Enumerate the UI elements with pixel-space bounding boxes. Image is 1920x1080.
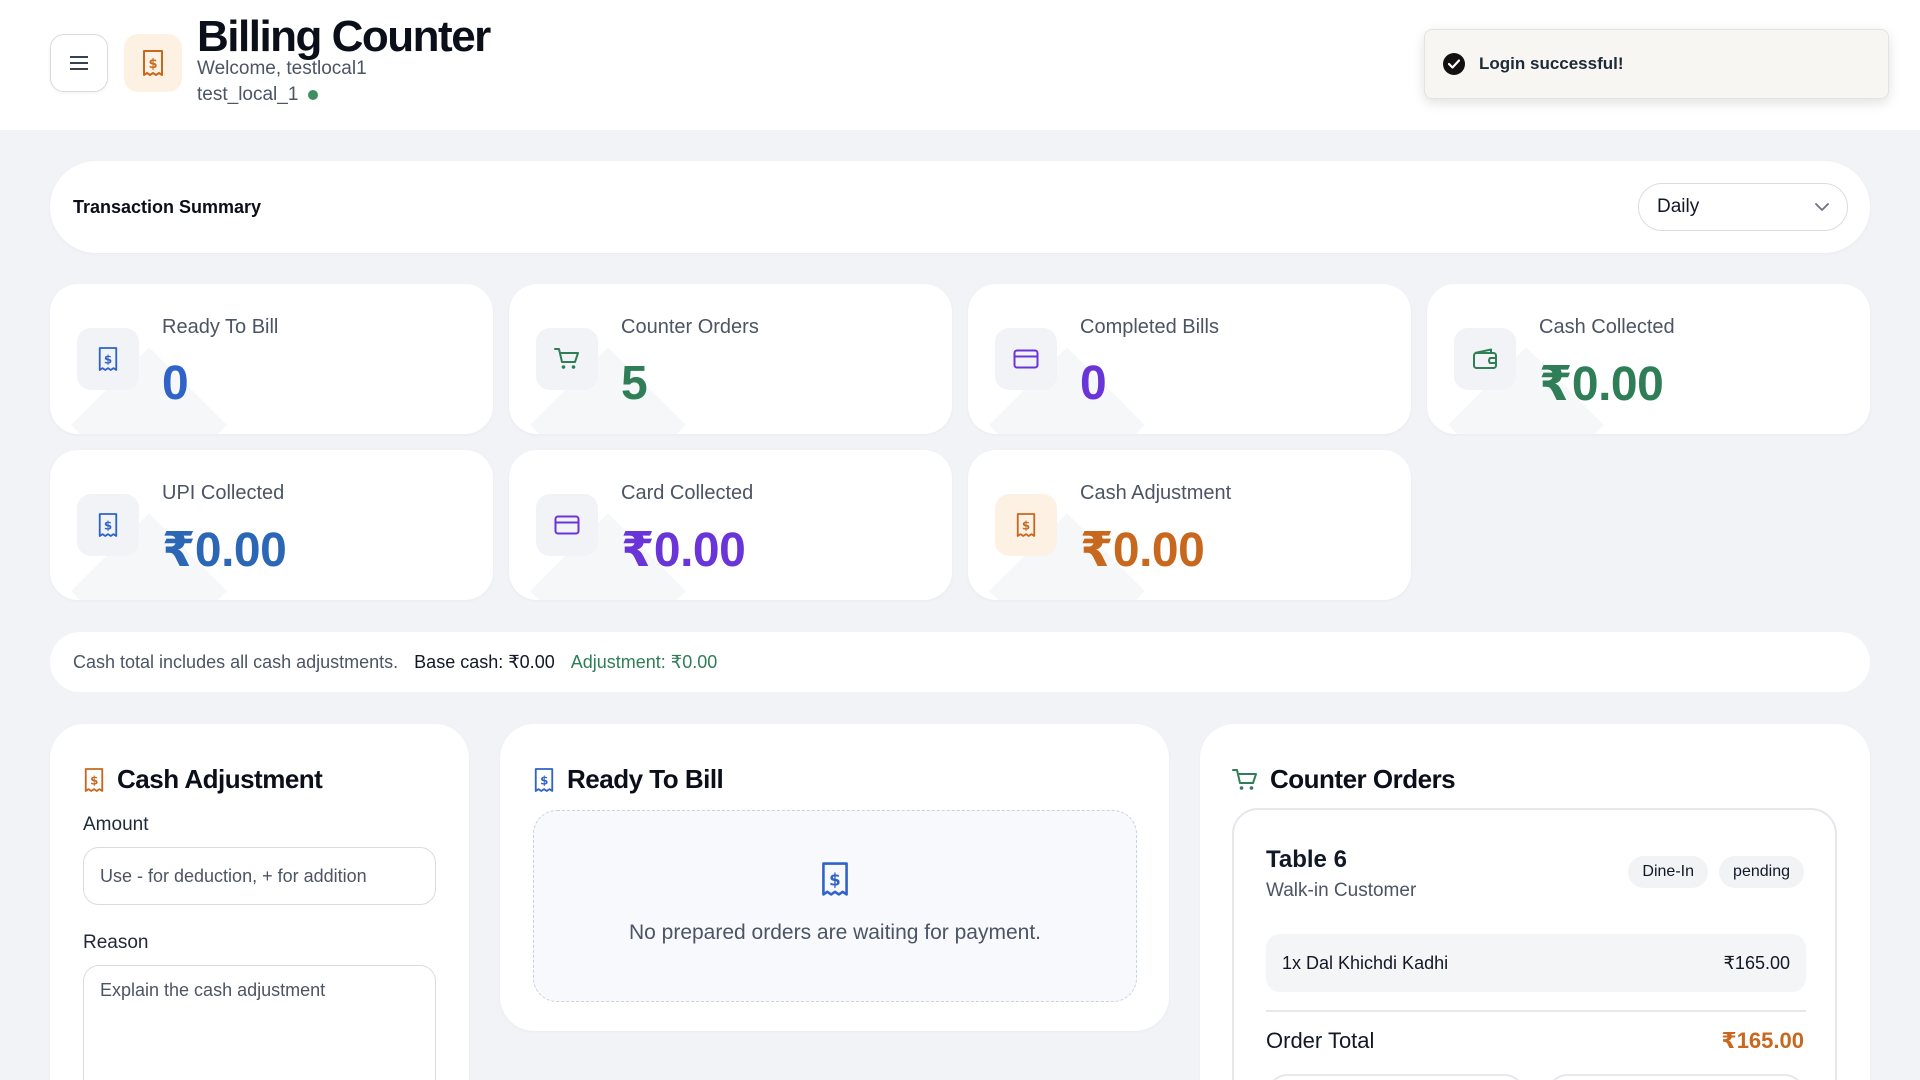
check-circle-icon <box>1443 53 1465 75</box>
user-id-label: test_local_1 <box>197 84 299 105</box>
receipt-icon: $ <box>84 767 104 792</box>
wallet-icon <box>1454 328 1516 390</box>
period-select[interactable]: Daily <box>1638 183 1848 231</box>
reason-label: Reason <box>83 932 149 953</box>
stat-label: Card Collected <box>621 482 754 504</box>
stat-value: ₹0.00 <box>1539 358 1664 411</box>
svg-text:$: $ <box>1022 519 1030 533</box>
order-status-badge: pending <box>1719 856 1804 888</box>
order-total-label: Order Total <box>1266 1028 1375 1053</box>
reason-textarea[interactable] <box>83 965 436 1080</box>
panel-title: $ Cash Adjustment <box>83 764 323 795</box>
stat-label: Ready To Bill <box>162 316 279 338</box>
stat-card-card-collected: Card Collected ₹0.00 <box>509 450 952 600</box>
receipt-logo-icon: $ <box>124 34 182 92</box>
receipt-icon: $ <box>534 767 554 792</box>
cart-icon <box>1232 768 1257 790</box>
order-customer: Walk-in Customer <box>1266 880 1417 901</box>
online-status-dot <box>308 90 319 100</box>
order-action-button[interactable] <box>1546 1074 1806 1080</box>
receipt-icon: $ <box>995 494 1057 556</box>
svg-text:$: $ <box>90 773 98 787</box>
stat-value: ₹0.00 <box>1080 524 1205 577</box>
amount-input[interactable] <box>83 847 436 905</box>
receipt-icon: $ <box>822 862 848 896</box>
order-item-name: 1x Dal Khichdi Kadhi <box>1282 952 1449 973</box>
order-total-value: ₹165.00 <box>1721 1028 1804 1053</box>
svg-text:$: $ <box>104 353 112 367</box>
order-action-button[interactable] <box>1266 1074 1526 1080</box>
toast-notification[interactable]: Login successful! <box>1424 29 1889 99</box>
stat-label: Cash Adjustment <box>1080 482 1232 504</box>
order-type-badge: Dine-In <box>1628 856 1708 888</box>
ready-to-bill-panel: $ Ready To Bill $ No prepared orders are… <box>500 724 1169 1031</box>
stat-value: 0 <box>162 357 189 410</box>
menu-button[interactable] <box>50 34 108 92</box>
stat-value: 0 <box>1080 357 1107 410</box>
order-item-row: 1x Dal Khichdi Kadhi ₹165.00 <box>1266 934 1806 992</box>
cash-info-note: Cash total includes all cash adjustments… <box>73 651 399 672</box>
stat-label: UPI Collected <box>162 482 285 504</box>
chevron-down-icon <box>1815 202 1829 211</box>
user-id: test_local_1 <box>197 84 319 106</box>
receipt-icon: $ <box>77 328 139 390</box>
stat-card-ready-to-bill: $ Ready To Bill 0 <box>50 284 493 434</box>
panel-title-text: Counter Orders <box>1270 764 1456 794</box>
order-card[interactable]: Table 6 Walk-in Customer Dine-In pending… <box>1232 808 1837 1080</box>
order-table-name: Table 6 <box>1266 846 1347 873</box>
stat-card-cash-collected: Cash Collected ₹0.00 <box>1427 284 1870 434</box>
stat-card-completed-bills: Completed Bills 0 <box>968 284 1411 434</box>
stat-value: ₹0.00 <box>162 524 287 577</box>
stat-card-counter-orders: Counter Orders 5 <box>509 284 952 434</box>
empty-state-text: No prepared orders are waiting for payme… <box>628 921 1042 944</box>
divider <box>1266 1010 1806 1012</box>
welcome-text: Welcome, testlocal1 <box>197 58 367 79</box>
counter-orders-panel: Counter Orders Table 6 Walk-in Customer … <box>1200 724 1870 1080</box>
panel-title-text: Cash Adjustment <box>117 764 323 794</box>
panel-title-text: Ready To Bill <box>567 764 724 794</box>
stat-card-cash-adjustment: $ Cash Adjustment ₹0.00 <box>968 450 1411 600</box>
stat-label: Cash Collected <box>1539 316 1675 338</box>
receipt-icon: $ <box>77 494 139 556</box>
panel-title: $ Ready To Bill <box>533 764 724 795</box>
credit-card-icon <box>995 328 1057 390</box>
base-cash: Base cash: ₹0.00 <box>414 651 555 672</box>
cash-adjustment-panel: $ Cash Adjustment Amount Reason <box>50 724 469 1080</box>
amount-label: Amount <box>83 814 149 835</box>
summary-title: Transaction Summary <box>73 197 262 217</box>
stat-label: Completed Bills <box>1080 316 1219 338</box>
period-select-value: Daily <box>1657 196 1700 217</box>
svg-text:$: $ <box>148 57 157 72</box>
stat-value: ₹0.00 <box>621 524 746 577</box>
panel-title: Counter Orders <box>1232 764 1456 795</box>
stat-value: 5 <box>621 357 648 410</box>
svg-text:$: $ <box>104 519 112 533</box>
page-title: Billing Counter <box>197 12 491 61</box>
adjustment-amount: Adjustment: ₹0.00 <box>570 651 718 672</box>
stat-card-upi-collected: $ UPI Collected ₹0.00 <box>50 450 493 600</box>
transaction-summary-bar: Transaction Summary Daily <box>50 161 1870 253</box>
credit-card-icon <box>536 494 598 556</box>
cash-info-bar: Cash total includes all cash adjustments… <box>50 632 1870 692</box>
stat-label: Counter Orders <box>621 316 759 338</box>
toast-message: Login successful! <box>1479 54 1624 73</box>
cart-icon <box>536 328 598 390</box>
svg-text:$: $ <box>540 773 548 787</box>
svg-text:$: $ <box>829 869 841 889</box>
order-item-price: ₹165.00 <box>1723 952 1790 973</box>
hamburger-icon <box>70 56 88 70</box>
empty-state: $ No prepared orders are waiting for pay… <box>533 810 1137 1002</box>
